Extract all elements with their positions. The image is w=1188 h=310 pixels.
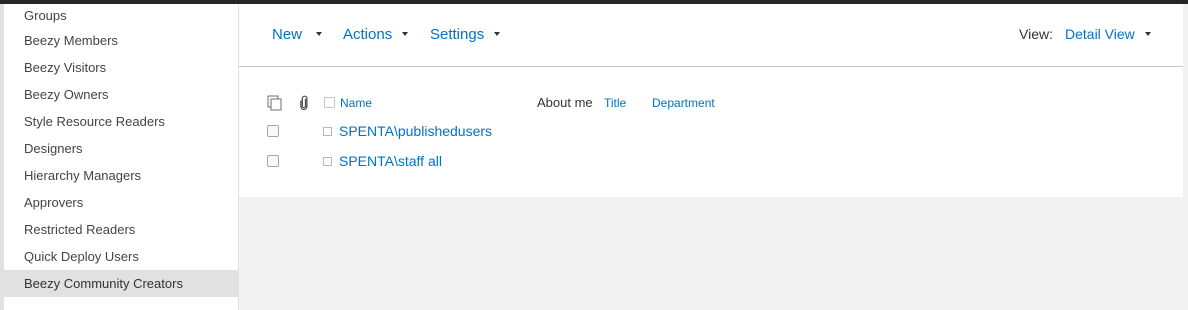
actions-label: Actions [343, 26, 393, 43]
settings-label: Settings [430, 26, 485, 43]
settings-menu-button[interactable]: Settings [430, 26, 501, 43]
toolbar: New Actions Settings View: Detail View [239, 4, 1183, 67]
sidebar-item-hierarchy-managers[interactable]: Hierarchy Managers [4, 162, 238, 189]
view-label: View: [1019, 26, 1053, 42]
view-caret-icon [1144, 32, 1151, 37]
row-select-checkbox[interactable] [267, 125, 279, 137]
sidebar-item-quick-deploy-users[interactable]: Quick Deploy Users [4, 243, 238, 270]
column-header-title[interactable]: Title [604, 96, 626, 110]
table-header: Name About me Title Department [239, 92, 1183, 114]
sidebar: Groups Beezy Members Beezy Visitors Beez… [0, 4, 239, 310]
row-item-checkbox[interactable] [323, 157, 332, 166]
new-caret-icon [316, 32, 323, 37]
sidebar-item-groups[interactable]: Groups [4, 4, 238, 27]
actions-caret-icon [402, 32, 409, 37]
sidebar-item-approvers[interactable]: Approvers [4, 189, 238, 216]
row-name-link[interactable]: SPENTA\staff all [339, 153, 442, 169]
empty-area [239, 197, 1188, 310]
sidebar-item-beezy-members[interactable]: Beezy Members [4, 27, 238, 54]
sidebar-item-beezy-community-creators[interactable]: Beezy Community Creators [4, 270, 238, 297]
column-header-name[interactable]: Name [340, 96, 372, 110]
column-header-about-me: About me [537, 95, 593, 110]
paperclip-icon [299, 95, 309, 111]
sidebar-item-style-resource-readers[interactable]: Style Resource Readers [4, 108, 238, 135]
settings-caret-icon [494, 32, 501, 37]
view-value: Detail View [1065, 26, 1135, 42]
document-stack-icon[interactable] [267, 95, 283, 111]
select-all-checkbox[interactable] [324, 97, 335, 108]
actions-menu-button[interactable]: Actions [343, 26, 409, 43]
table-row: SPENTA\publishedusers [239, 118, 1183, 146]
view-selector[interactable]: Detail View [1065, 26, 1151, 42]
sidebar-item-beezy-visitors[interactable]: Beezy Visitors [4, 54, 238, 81]
column-header-department[interactable]: Department [652, 96, 715, 110]
row-item-checkbox[interactable] [323, 127, 332, 136]
sidebar-item-beezy-owners[interactable]: Beezy Owners [4, 81, 238, 108]
sidebar-item-designers[interactable]: Designers [4, 135, 238, 162]
main-panel: New Actions Settings View: Detail View N… [239, 4, 1183, 197]
sidebar-item-restricted-readers[interactable]: Restricted Readers [4, 216, 238, 243]
row-select-checkbox[interactable] [267, 155, 279, 167]
new-label: New [272, 26, 303, 43]
new-menu-button[interactable]: New [272, 26, 323, 43]
table-row: SPENTA\staff all [239, 148, 1183, 176]
row-name-link[interactable]: SPENTA\publishedusers [339, 123, 492, 139]
